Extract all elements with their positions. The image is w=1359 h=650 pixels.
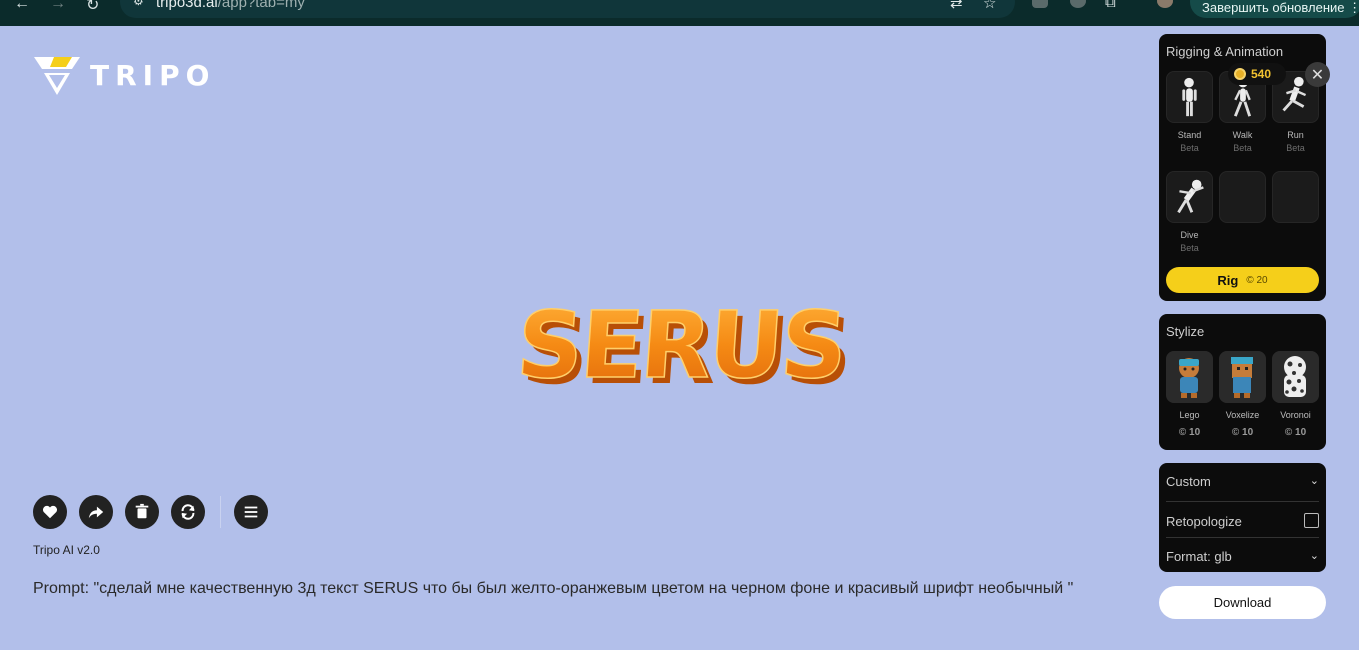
divider bbox=[1166, 537, 1319, 538]
back-icon[interactable]: ← bbox=[14, 0, 30, 13]
extension-icon[interactable] bbox=[1032, 0, 1048, 8]
url-host: tripo3d.ai bbox=[156, 0, 218, 11]
stand-figure-icon bbox=[1182, 77, 1197, 117]
credits-badge[interactable]: 540 bbox=[1228, 63, 1286, 85]
animation-label: Run bbox=[1287, 130, 1304, 140]
style-cost-value: 10 bbox=[1295, 427, 1307, 438]
translate-icon[interactable]: ⇄ bbox=[950, 0, 963, 12]
style-cost: © 10 bbox=[1284, 427, 1307, 438]
rig-label: Rig bbox=[1217, 272, 1239, 288]
stylize-title: Stylize bbox=[1166, 324, 1205, 339]
rig-button[interactable]: Rig © 20 bbox=[1166, 267, 1319, 293]
voxel-bear-icon bbox=[1219, 351, 1266, 403]
rigging-title: Rigging & Animation bbox=[1166, 44, 1284, 59]
extension-icon[interactable] bbox=[1070, 0, 1086, 8]
regenerate-button[interactable] bbox=[171, 495, 205, 529]
animation-beta-badge: Beta bbox=[1180, 243, 1199, 253]
voronoi-bear-icon bbox=[1272, 351, 1319, 403]
chevron-down-icon: ⌄ bbox=[1309, 475, 1319, 487]
tripo-logo-icon bbox=[34, 57, 80, 95]
delete-button[interactable] bbox=[125, 495, 159, 529]
animation-beta-badge: Beta bbox=[1286, 143, 1305, 153]
style-cost-value: 10 bbox=[1189, 427, 1201, 438]
style-cost: © 10 bbox=[1231, 427, 1254, 438]
like-button[interactable] bbox=[33, 495, 67, 529]
browser-toolbar: ← → ↻ ⚙ tripo3d.ai/app?tab=my ⇄ ☆ ⧉ Заве… bbox=[0, 0, 1359, 26]
style-voronoi[interactable] bbox=[1272, 351, 1319, 403]
style-cost: © 10 bbox=[1178, 427, 1201, 438]
menu-icon bbox=[244, 506, 258, 518]
style-label: Voxelize bbox=[1225, 410, 1260, 420]
animation-stand[interactable] bbox=[1166, 71, 1213, 123]
close-panel-button[interactable]: ✕ bbox=[1305, 62, 1330, 87]
custom-dropdown[interactable]: Custom ⌄ bbox=[1166, 474, 1319, 489]
reload-icon[interactable]: ↻ bbox=[86, 0, 99, 15]
format-label: Format: glb bbox=[1166, 549, 1232, 564]
animation-empty-slot bbox=[1272, 171, 1319, 223]
model-text: SERUS bbox=[520, 292, 851, 399]
divider bbox=[220, 496, 221, 528]
retopologize-checkbox[interactable] bbox=[1304, 513, 1319, 528]
share-icon bbox=[88, 506, 104, 519]
animation-dive[interactable] bbox=[1166, 171, 1213, 223]
chevron-down-icon: ⌄ bbox=[1309, 550, 1319, 562]
update-label: Завершить обновление bbox=[1202, 0, 1345, 15]
style-lego[interactable] bbox=[1166, 351, 1213, 403]
animation-beta-badge: Beta bbox=[1233, 143, 1252, 153]
model-version: Tripo AI v2.0 bbox=[33, 543, 100, 557]
url-path: /app?tab=my bbox=[217, 0, 305, 11]
heart-icon bbox=[42, 505, 58, 519]
format-dropdown[interactable]: Format: glb ⌄ bbox=[1166, 549, 1319, 564]
download-button[interactable]: Download bbox=[1159, 586, 1326, 619]
style-label: Lego bbox=[1179, 410, 1200, 420]
model-3d-viewport[interactable]: SERUS SERUS bbox=[520, 275, 870, 415]
url-text[interactable]: tripo3d.ai/app?tab=my bbox=[156, 0, 305, 11]
credits-value: 540 bbox=[1251, 67, 1272, 81]
brand-name: TRIPO bbox=[90, 58, 216, 92]
animation-label: Stand bbox=[1177, 130, 1202, 140]
extensions-puzzle-icon[interactable]: ⧉ bbox=[1105, 0, 1116, 11]
retopologize-option[interactable]: Retopologize bbox=[1166, 513, 1319, 529]
refresh-icon bbox=[181, 504, 195, 520]
tripo-logo[interactable]: TRIPO bbox=[32, 53, 215, 97]
profile-avatar[interactable] bbox=[1157, 0, 1173, 8]
menu-button[interactable] bbox=[234, 495, 268, 529]
prompt-text: Prompt: "сделай мне качественную 3д текс… bbox=[33, 580, 1074, 597]
animation-label: Dive bbox=[1180, 230, 1199, 240]
export-panel: Custom ⌄ Retopologize Format: glb ⌄ bbox=[1159, 463, 1326, 572]
site-settings-icon[interactable]: ⚙ bbox=[133, 0, 144, 8]
coin-icon bbox=[1234, 68, 1246, 80]
lego-bear-icon bbox=[1166, 351, 1213, 403]
close-icon: ✕ bbox=[1310, 66, 1325, 84]
animation-beta-badge: Beta bbox=[1180, 143, 1199, 153]
bookmark-star-icon[interactable]: ☆ bbox=[983, 0, 996, 12]
stylize-panel: Stylize Lego © 10 Voxelize © 10 Voronoi … bbox=[1159, 314, 1326, 450]
retopologize-label: Retopologize bbox=[1166, 514, 1242, 529]
style-label: Voronoi bbox=[1280, 410, 1311, 420]
update-button[interactable]: Завершить обновление ⋮ bbox=[1190, 0, 1359, 18]
style-voxelize[interactable] bbox=[1219, 351, 1266, 403]
dive-figure-icon bbox=[1177, 179, 1204, 214]
style-cost-value: 10 bbox=[1242, 427, 1254, 438]
share-button[interactable] bbox=[79, 495, 113, 529]
forward-icon[interactable]: → bbox=[50, 0, 66, 13]
animation-empty-slot bbox=[1219, 171, 1266, 223]
custom-label: Custom bbox=[1166, 474, 1211, 489]
model-actions bbox=[33, 495, 280, 529]
trash-icon bbox=[135, 503, 149, 519]
rig-cost-value: 20 bbox=[1256, 274, 1268, 286]
divider bbox=[1166, 501, 1319, 502]
animation-label: Walk bbox=[1232, 130, 1253, 140]
rig-cost: © 20 bbox=[1246, 274, 1268, 286]
